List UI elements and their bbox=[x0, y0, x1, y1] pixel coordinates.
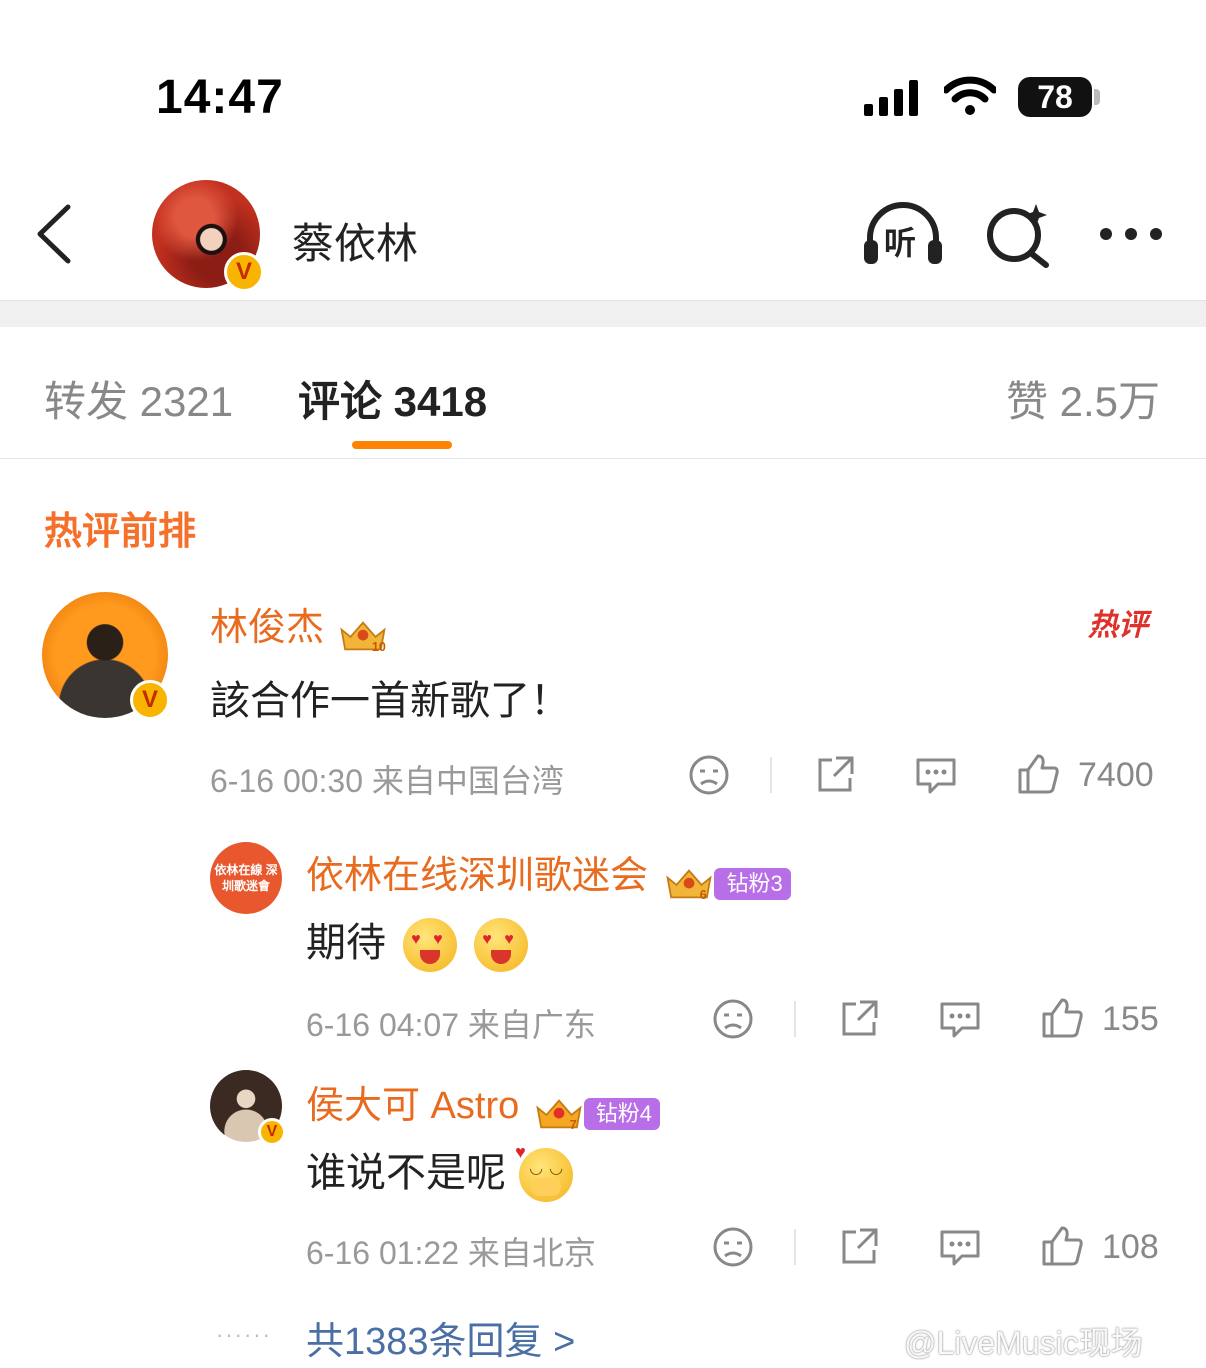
heart-eyes-emoji-icon: ♥ ♥ bbox=[474, 918, 529, 973]
reply-username[interactable]: 依林在线深圳歌迷会 bbox=[306, 855, 648, 897]
reply-meta: 6-16 01:22 来自北京 bbox=[306, 1235, 596, 1271]
reply-comment-icon[interactable] bbox=[914, 754, 958, 796]
tab-comments[interactable]: 评论 3418 bbox=[298, 368, 487, 429]
heart-eyes-emoji-icon: ♥ ♥ bbox=[403, 918, 458, 973]
reply-text-content: 期待 bbox=[306, 921, 386, 965]
reply-comment-icon[interactable] bbox=[938, 1226, 982, 1268]
action-divider bbox=[770, 757, 772, 793]
like-count: 108 bbox=[1102, 1228, 1159, 1266]
like-thumbs-up-icon[interactable] bbox=[1040, 1224, 1084, 1268]
crown-level-icon: 7 bbox=[535, 1099, 582, 1132]
like-count: 155 bbox=[1102, 1000, 1159, 1038]
reply-username[interactable]: 侯大可 Astro bbox=[306, 1085, 519, 1127]
reply-header: 侯大可 Astro 7 钻粉4 bbox=[306, 1074, 660, 1133]
dislike-face-icon[interactable] bbox=[712, 1226, 754, 1268]
back-chevron-icon[interactable] bbox=[34, 203, 74, 265]
share-icon[interactable] bbox=[838, 1226, 880, 1268]
ai-search-icon[interactable] bbox=[986, 202, 1052, 268]
reply-text-content: 谁说不是呢 bbox=[306, 1151, 506, 1195]
battery-indicator: 78 bbox=[1018, 77, 1092, 117]
share-icon[interactable] bbox=[838, 998, 880, 1040]
share-icon[interactable] bbox=[814, 754, 856, 796]
verified-badge-icon: V bbox=[130, 680, 170, 720]
dislike-face-icon[interactable] bbox=[688, 754, 730, 796]
cellular-signal-icon bbox=[864, 80, 918, 116]
fan-level-badge: 钻粉4 bbox=[583, 1097, 660, 1130]
wifi-icon bbox=[944, 76, 996, 115]
verified-badge-icon: V bbox=[224, 252, 264, 292]
reply-text: 谁说不是呢 ◡ ◡ ♥ bbox=[306, 1140, 574, 1203]
reply-meta: 6-16 04:07 来自广东 bbox=[306, 1007, 596, 1043]
listen-label: 听 bbox=[884, 225, 917, 261]
avatar-text: 依林在線 深圳歌迷會 bbox=[214, 863, 278, 893]
status-time: 14:47 bbox=[156, 71, 284, 124]
hot-comment-tag: 热评 bbox=[1088, 609, 1148, 642]
like-thumbs-up-icon[interactable] bbox=[1040, 996, 1084, 1040]
fan-level-badge: 钻粉3 bbox=[714, 867, 791, 900]
crown-level-icon: 6 bbox=[666, 869, 713, 902]
tab-likes[interactable]: 赞 2.5万 bbox=[1006, 368, 1160, 429]
verified-badge-icon: V bbox=[258, 1118, 286, 1146]
reply-text: 期待 ♥ ♥ ♥ ♥ bbox=[306, 910, 529, 973]
comment-header: 林俊杰 10 bbox=[210, 596, 388, 655]
hot-comments-title: 热评前排 bbox=[44, 511, 197, 553]
reply-avatar[interactable]: 依林在線 深圳歌迷會 bbox=[210, 842, 282, 914]
comment-text: 該合作一首新歌了！ bbox=[210, 679, 570, 723]
action-divider bbox=[794, 1229, 796, 1265]
view-all-replies-link[interactable]: 共1383条回复 > bbox=[306, 1310, 575, 1365]
header-separator bbox=[0, 300, 1206, 327]
dislike-face-icon[interactable] bbox=[712, 998, 754, 1040]
battery-tip bbox=[1094, 89, 1100, 105]
reply-header: 依林在线深圳歌迷会 6 钻粉3 bbox=[306, 844, 791, 903]
watermark: @LiveMusic现场 bbox=[904, 1325, 1143, 1361]
crown-level: 7 bbox=[569, 1118, 576, 1132]
author-name[interactable]: 蔡依林 bbox=[292, 210, 418, 271]
crown-level-icon: 10 bbox=[340, 621, 386, 654]
like-count: 7400 bbox=[1078, 756, 1154, 794]
active-tab-indicator bbox=[352, 441, 452, 449]
crown-level: 10 bbox=[372, 640, 386, 654]
comment-meta: 6-16 00:30 来自中国台湾 bbox=[210, 763, 564, 799]
tabs-divider bbox=[0, 458, 1206, 459]
action-divider bbox=[794, 1001, 796, 1037]
blushing-hands-emoji-icon: ◡ ◡ ♥ bbox=[515, 1142, 574, 1203]
tab-reposts[interactable]: 转发 2321 bbox=[44, 368, 233, 429]
more-options-icon[interactable] bbox=[1098, 226, 1164, 242]
crown-level: 6 bbox=[700, 888, 707, 902]
reply-comment-icon[interactable] bbox=[938, 998, 982, 1040]
reply-thread-dots: ······ bbox=[216, 1322, 272, 1347]
commenter-name[interactable]: 林俊杰 bbox=[210, 607, 324, 649]
like-thumbs-up-icon[interactable] bbox=[1016, 752, 1060, 796]
